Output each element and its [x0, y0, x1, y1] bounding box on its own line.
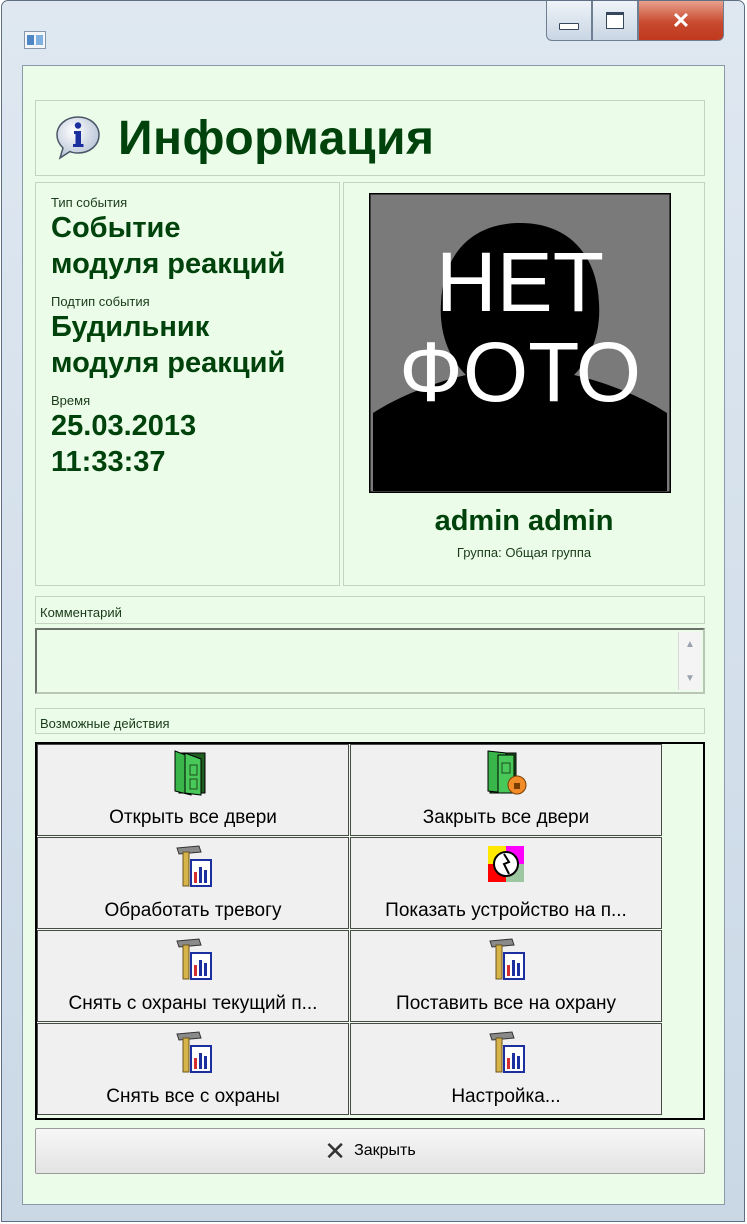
- info-icon: [54, 114, 102, 162]
- event-subtype-label: Подтип события: [51, 294, 150, 309]
- maximize-icon: [606, 12, 624, 29]
- settings-button[interactable]: Настройка...: [350, 1023, 662, 1115]
- arm-all-label: Поставить все на охрану: [396, 993, 616, 1014]
- scroll-up-icon[interactable]: ▲: [679, 632, 701, 656]
- close-x-icon: ✕: [324, 1136, 347, 1166]
- event-type-label: Тип события: [51, 195, 128, 210]
- scroll-down-icon[interactable]: ▼: [679, 666, 701, 690]
- close-all-doors-button[interactable]: Закрыть все двери: [350, 744, 662, 836]
- header: Информация: [35, 100, 705, 176]
- dialog-window: ✕ Информация Тип события Событие модуля …: [1, 0, 745, 1222]
- disarm-current-label: Снять с охраны текущий п...: [68, 993, 318, 1014]
- event-date-value: 25.03.2013: [51, 410, 197, 442]
- show-device-icon: [484, 842, 528, 890]
- hammer-chart-icon: [171, 935, 215, 983]
- photo-text-line2: ФОТО: [399, 325, 641, 419]
- comment-label: Комментарий: [35, 596, 705, 624]
- close-button[interactable]: ✕ Закрыть: [35, 1128, 705, 1174]
- title-bar[interactable]: ✕: [2, 1, 744, 65]
- minimize-icon: [559, 23, 579, 30]
- hammer-chart-icon: [171, 1028, 215, 1076]
- disarm-all-button[interactable]: Снять все с охраны: [37, 1023, 349, 1115]
- open-all-doors-label: Открыть все двери: [109, 807, 277, 828]
- photo-text-line1: НЕТ: [436, 235, 604, 329]
- close-button-label: Закрыть: [354, 1142, 416, 1159]
- minimize-button[interactable]: [546, 1, 592, 41]
- close-icon: ✕: [671, 7, 691, 33]
- comment-input[interactable]: ▲ ▼: [35, 628, 705, 694]
- user-panel: НЕТ ФОТО admin admin Группа: Общая групп…: [343, 182, 705, 586]
- close-doors-icon: [484, 749, 528, 797]
- user-photo-placeholder: НЕТ ФОТО: [367, 191, 673, 495]
- page-title: Информация: [118, 111, 435, 165]
- disarm-current-button[interactable]: Снять с охраны текущий п...: [37, 930, 349, 1022]
- open-doors-icon: [171, 749, 215, 797]
- event-subtype-value-line1: Будильник: [51, 311, 210, 343]
- event-subtype-value-line2: модуля реакций: [51, 347, 286, 379]
- show-device-label: Показать устройство на п...: [385, 900, 627, 921]
- app-icon[interactable]: [24, 31, 46, 49]
- hammer-chart-icon: [171, 842, 215, 890]
- maximize-button[interactable]: [592, 1, 638, 41]
- comment-scrollbar[interactable]: ▲ ▼: [678, 632, 701, 690]
- event-time-value: 11:33:37: [51, 446, 166, 478]
- arm-all-button[interactable]: Поставить все на охрану: [350, 930, 662, 1022]
- disarm-all-label: Снять все с охраны: [106, 1086, 280, 1107]
- user-group: Группа: Общая группа: [456, 545, 592, 560]
- window-close-button[interactable]: ✕: [638, 1, 724, 41]
- hammer-chart-icon: [484, 1028, 528, 1076]
- open-all-doors-button[interactable]: Открыть все двери: [37, 744, 349, 836]
- close-all-doors-label: Закрыть все двери: [422, 807, 590, 828]
- event-type-value-line1: Событие: [51, 212, 181, 244]
- window-controls: ✕: [546, 1, 724, 41]
- event-time-label: Время: [51, 393, 91, 408]
- show-device-button[interactable]: Показать устройство на п...: [350, 837, 662, 929]
- hammer-chart-icon: [484, 935, 528, 983]
- process-alarm-button[interactable]: Обработать тревогу: [37, 837, 349, 929]
- user-name: admin admin: [434, 505, 614, 537]
- client-area: Информация Тип события Событие модуля ре…: [22, 65, 725, 1205]
- settings-label: Настройка...: [451, 1086, 561, 1107]
- event-details: Тип события Событие модуля реакций Подти…: [35, 182, 340, 586]
- actions-label: Возможные действия: [35, 708, 705, 734]
- actions-grid: Открыть все двери Закрыть все двери Обра…: [35, 742, 705, 1120]
- process-alarm-label: Обработать тревогу: [104, 900, 282, 921]
- event-type-value-line2: модуля реакций: [51, 248, 286, 280]
